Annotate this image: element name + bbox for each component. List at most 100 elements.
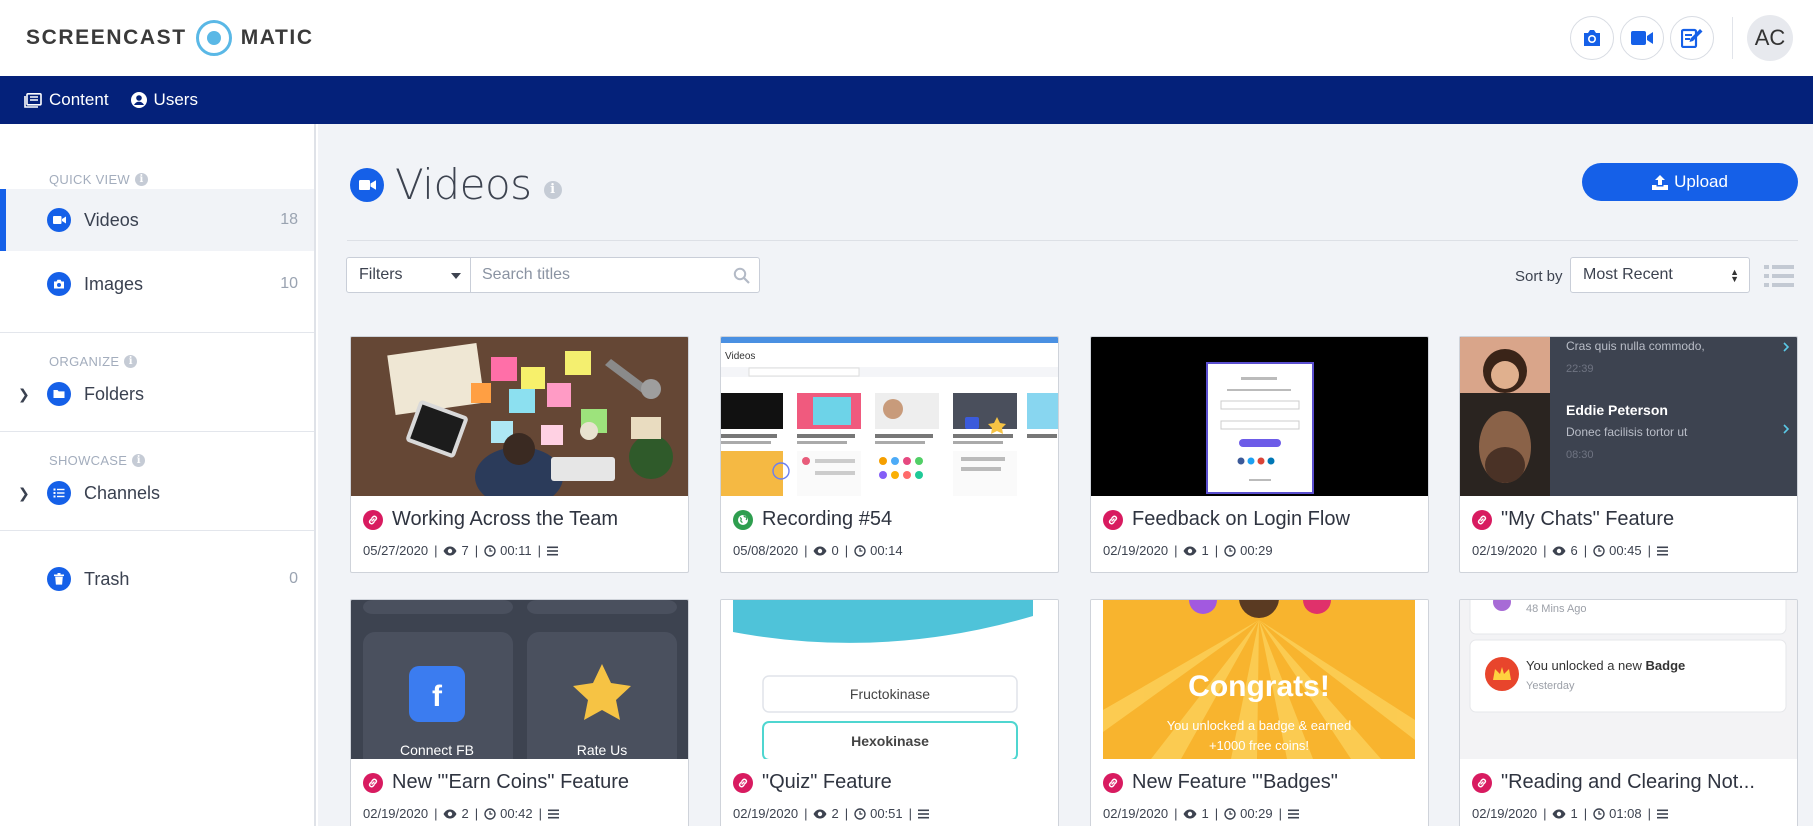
thumbnail-image: Fructokinase Hexokinase bbox=[721, 600, 1058, 759]
thumb-notification-text: You unlocked a new bbox=[1526, 658, 1646, 673]
top-bar: SCREENCAST MATIC AC bbox=[0, 0, 1813, 76]
trash-icon bbox=[47, 567, 71, 591]
info-icon[interactable]: i bbox=[543, 180, 562, 199]
thumb-connect-label: Connect FB bbox=[400, 742, 474, 758]
nav-content[interactable]: Content bbox=[24, 90, 109, 110]
video-meta: 05/27/2020 | 7 | 00:11 | bbox=[363, 543, 559, 558]
filters-dropdown[interactable]: Filters bbox=[346, 257, 472, 293]
globe-icon bbox=[733, 509, 753, 530]
video-card[interactable]: Fructokinase Hexokinase "Quiz" Feature 0… bbox=[720, 599, 1059, 826]
sidebar-item-count: 10 bbox=[280, 275, 298, 292]
details-menu-icon[interactable] bbox=[918, 809, 930, 819]
link-icon bbox=[1103, 509, 1123, 530]
video-thumbnail[interactable]: Cras quis nulla commodo, 22:39 Eddie Pet… bbox=[1460, 337, 1797, 496]
details-menu-icon[interactable] bbox=[1657, 809, 1669, 819]
video-card[interactable]: 48 Mins Ago You unlocked a new Badge Yes… bbox=[1459, 599, 1798, 826]
avatar[interactable]: AC bbox=[1747, 15, 1793, 61]
eye-icon bbox=[1552, 546, 1566, 555]
thumbnail-image bbox=[351, 337, 688, 496]
video-title[interactable]: "Quiz" Feature bbox=[762, 771, 892, 794]
search-input[interactable] bbox=[471, 258, 721, 292]
video-date: 05/08/2020 bbox=[733, 543, 799, 558]
video-duration: 00:45 bbox=[1609, 543, 1642, 558]
video-title[interactable]: "Reading and Clearing Not... bbox=[1501, 771, 1755, 794]
video-title[interactable]: Working Across the Team bbox=[392, 508, 618, 531]
video-card[interactable]: Videos Recording #54 05/08/2020 | 0 | 00… bbox=[720, 336, 1059, 573]
thumb-chat-time: 08:30 bbox=[1566, 449, 1594, 461]
record-video-button[interactable] bbox=[1620, 16, 1664, 60]
edit-video-button[interactable] bbox=[1670, 16, 1714, 60]
eye-icon bbox=[813, 546, 827, 555]
list-view-icon[interactable] bbox=[1764, 264, 1794, 288]
main-content: Videos i Upload Filters Sort by Most Rec… bbox=[318, 124, 1813, 826]
video-title[interactable]: New Feature "'Badges" bbox=[1132, 771, 1338, 794]
logo[interactable]: SCREENCAST MATIC bbox=[26, 20, 314, 56]
video-card[interactable]: f Connect FB Rate Us New "'Earn Coins" F… bbox=[350, 599, 689, 826]
video-card[interactable]: Cras quis nulla commodo, 22:39 Eddie Pet… bbox=[1459, 336, 1798, 573]
thumbnail-image: Congrats! You unlocked a badge & earned … bbox=[1091, 600, 1428, 759]
search-icon[interactable] bbox=[733, 267, 750, 284]
sidebar-item-images[interactable]: Images 10 bbox=[0, 253, 314, 315]
info-icon[interactable]: i bbox=[135, 173, 149, 186]
video-title[interactable]: Feedback on Login Flow bbox=[1132, 508, 1350, 531]
sort-select[interactable]: Most Recent ▲ ▼ bbox=[1570, 257, 1750, 293]
video-card[interactable]: Congrats! You unlocked a badge & earned … bbox=[1090, 599, 1429, 826]
sidebar-item-videos[interactable]: Videos 18 bbox=[0, 189, 314, 251]
screenshot-button[interactable] bbox=[1570, 16, 1614, 60]
nav-content-label: Content bbox=[49, 90, 109, 109]
thumb-congrats-line: +1000 free coins! bbox=[1209, 738, 1309, 753]
chevron-right-icon[interactable]: ❯ bbox=[18, 386, 30, 403]
video-title[interactable]: New "'Earn Coins" Feature bbox=[392, 771, 629, 794]
video-meta: 05/08/2020 | 0 | 00:14 bbox=[733, 543, 903, 558]
video-thumbnail[interactable]: f Connect FB Rate Us bbox=[351, 600, 688, 759]
details-menu-icon[interactable] bbox=[547, 546, 559, 556]
clock-icon bbox=[1224, 544, 1236, 557]
details-menu-icon[interactable] bbox=[1657, 546, 1669, 556]
thumbnail-image: Videos bbox=[721, 337, 1058, 496]
video-duration: 00:29 bbox=[1240, 543, 1273, 558]
thumb-chat-name: Eddie Peterson bbox=[1566, 402, 1668, 418]
caret-down-icon bbox=[451, 273, 461, 279]
sidebar-item-label: Folders bbox=[84, 383, 145, 404]
page-header: Videos i bbox=[350, 160, 562, 209]
video-thumbnail[interactable]: 48 Mins Ago You unlocked a new Badge Yes… bbox=[1460, 600, 1797, 759]
details-menu-icon[interactable] bbox=[1288, 809, 1300, 819]
folder-icon bbox=[47, 382, 71, 406]
eye-icon bbox=[1183, 546, 1197, 555]
sidebar-item-channels[interactable]: ❯ Channels bbox=[0, 462, 314, 524]
thumb-chat-text: Cras quis nulla commodo, bbox=[1566, 339, 1705, 353]
camera-icon bbox=[47, 272, 71, 296]
video-thumbnail[interactable]: Fructokinase Hexokinase bbox=[721, 600, 1058, 759]
video-title-row: New Feature "'Badges" bbox=[1103, 771, 1418, 794]
video-thumbnail[interactable]: Videos bbox=[721, 337, 1058, 496]
link-icon bbox=[363, 509, 383, 530]
video-duration: 00:29 bbox=[1240, 806, 1273, 821]
video-thumbnail[interactable] bbox=[351, 337, 688, 496]
video-date: 02/19/2020 bbox=[363, 806, 429, 821]
sidebar-item-count: 0 bbox=[289, 570, 298, 587]
sidebar-item-folders[interactable]: ❯ Folders bbox=[0, 363, 314, 425]
sidebar-item-trash[interactable]: Trash 0 bbox=[0, 548, 314, 610]
video-card[interactable]: Feedback on Login Flow 02/19/2020 | 1 | 00… bbox=[1090, 336, 1429, 573]
thumb-notification-time: 48 Mins Ago bbox=[1526, 603, 1587, 615]
sidebar-item-label: Images bbox=[84, 273, 144, 294]
chevron-right-icon[interactable]: ❯ bbox=[18, 485, 30, 502]
nav-users[interactable]: Users bbox=[130, 90, 198, 110]
link-icon bbox=[733, 772, 753, 793]
video-views: 7 bbox=[461, 543, 469, 558]
video-thumbnail[interactable]: Congrats! You unlocked a badge & earned … bbox=[1091, 600, 1428, 759]
video-camera-icon bbox=[1631, 31, 1653, 45]
video-title[interactable]: "My Chats" Feature bbox=[1501, 508, 1674, 531]
logo-mark-icon bbox=[195, 20, 232, 56]
video-thumbnail[interactable] bbox=[1091, 337, 1428, 496]
clock-icon bbox=[1224, 807, 1236, 820]
thumb-notification-bold: Badge bbox=[1646, 658, 1686, 673]
details-menu-icon[interactable] bbox=[548, 809, 560, 819]
video-meta: 02/19/2020 | 1 | 00:29 | bbox=[1103, 806, 1300, 821]
video-meta: 02/19/2020 | 1 | 01:08 | bbox=[1472, 806, 1669, 821]
upload-button[interactable]: Upload bbox=[1582, 163, 1798, 201]
logo-text-right: MATIC bbox=[240, 26, 314, 49]
video-title[interactable]: Recording #54 bbox=[762, 508, 892, 531]
video-card[interactable]: Working Across the Team 05/27/2020 | 7 | 0… bbox=[350, 336, 689, 573]
video-meta: 02/19/2020 | 1 | 00:29 bbox=[1103, 543, 1273, 558]
